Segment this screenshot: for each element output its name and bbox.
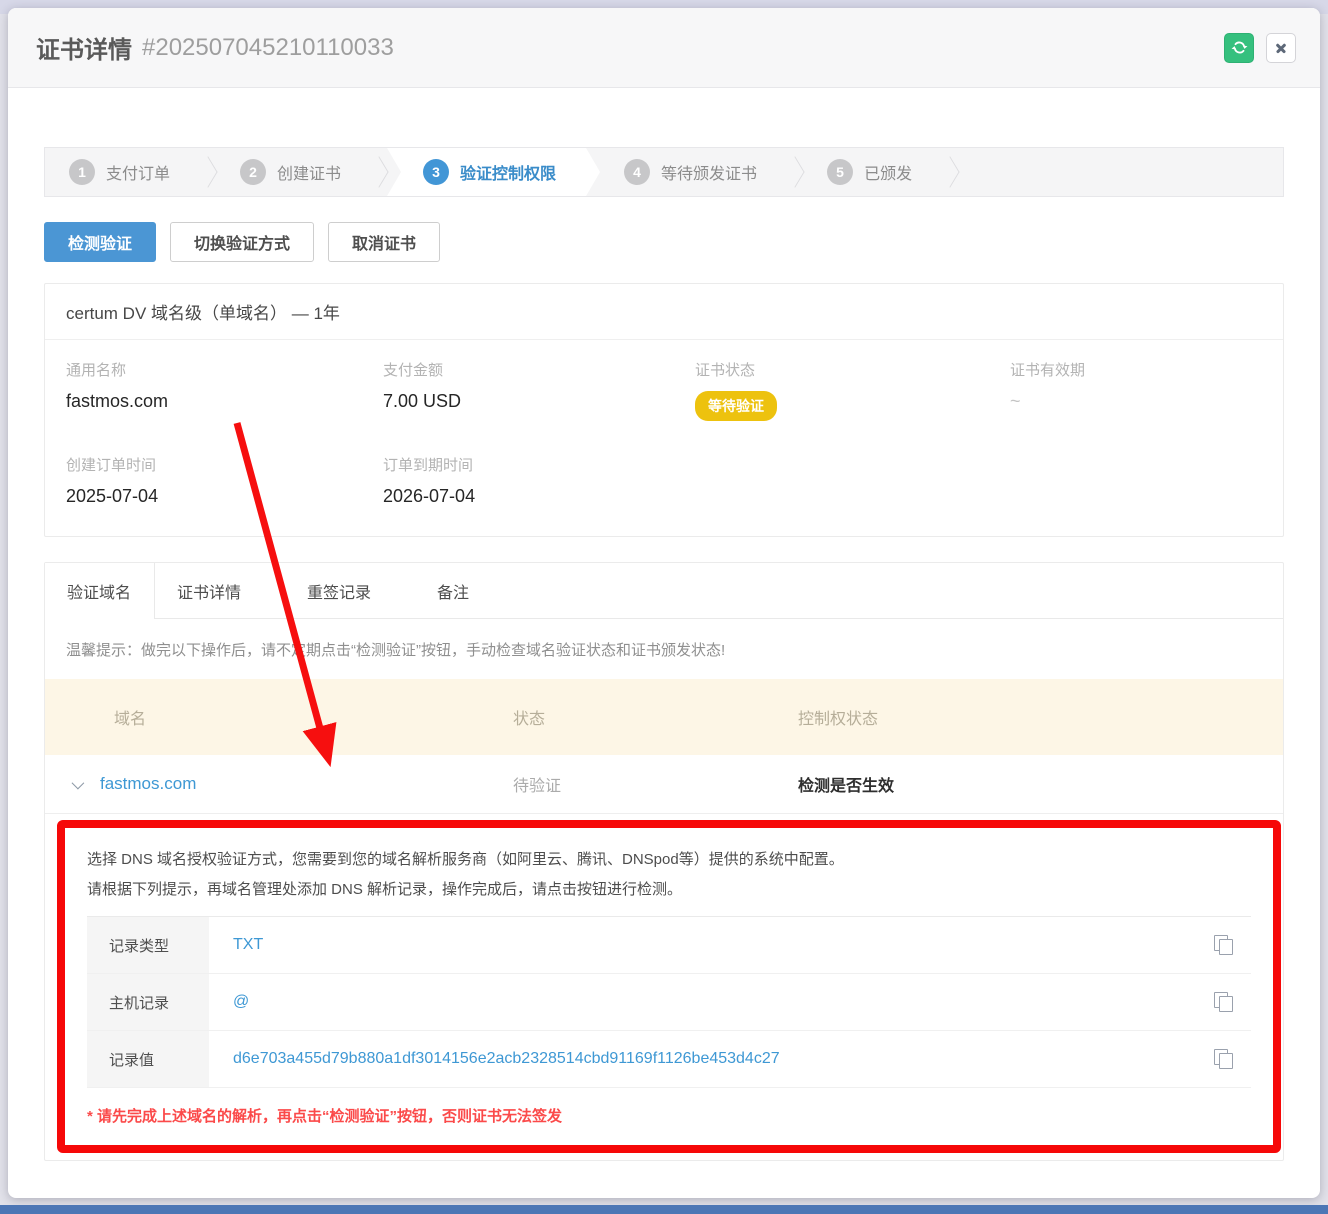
- check-verification-button[interactable]: 检测验证: [44, 222, 156, 262]
- dns-instruction-line-1: 选择 DNS 域名授权验证方式，您需要到您的域名解析服务商（如阿里云、腾讯、DN…: [87, 845, 1251, 875]
- record-row-value: 记录值 d6e703a455d79b880a1df3014156e2acb232…: [87, 1031, 1251, 1088]
- tab-verify-domain[interactable]: 验证域名: [45, 563, 155, 618]
- record-row-type: 记录类型 TXT: [87, 917, 1251, 974]
- domain-link[interactable]: fastmos.com: [100, 774, 196, 794]
- record-label: 主机记录: [87, 974, 209, 1030]
- dns-warning-text: * 请先完成上述域名的解析，再点击“检测验证”按钮，否则证书无法签发: [87, 1105, 1251, 1126]
- copy-icon: [1214, 992, 1233, 1012]
- field-cert-validity: 证书有效期 ~: [1010, 359, 1262, 421]
- field-value: 7.00 USD: [383, 391, 695, 412]
- chevron-down-icon[interactable]: [72, 776, 85, 789]
- field-value: 2026-07-04: [383, 486, 695, 507]
- control-status: 检测是否生效: [798, 772, 1283, 796]
- step-number: 1: [69, 159, 95, 185]
- step-number: 4: [624, 159, 650, 185]
- certificate-detail-modal: 证书详情 #202507045210110033 1 支付订单: [8, 8, 1320, 1198]
- record-value: TXT: [209, 917, 1195, 973]
- dns-annotation-box: 选择 DNS 域名授权验证方式，您需要到您的域名解析服务商（如阿里云、腾讯、DN…: [57, 820, 1281, 1153]
- field-common-name: 通用名称 fastmos.com: [66, 359, 383, 421]
- cancel-certificate-button[interactable]: 取消证书: [328, 222, 440, 262]
- step-number: 2: [240, 159, 266, 185]
- tip-text: 温馨提示：做完以下操作后，请不定期点击“检测验证”按钮，手动检查域名验证状态和证…: [45, 619, 1283, 679]
- field-order-created: 创建订单时间 2025-07-04: [66, 454, 383, 507]
- header-domain: 域名: [45, 705, 513, 729]
- header-status: 状态: [513, 705, 798, 729]
- modal-header: 证书详情 #202507045210110033: [8, 8, 1320, 88]
- step-separator-icon: [787, 148, 803, 196]
- step-issued: 5 已颁发: [803, 148, 942, 196]
- product-name: certum DV 域名级（单域名） — 1年: [45, 284, 1283, 340]
- field-cert-status: 证书状态 等待验证: [695, 359, 1010, 421]
- copy-record-type-button[interactable]: [1195, 917, 1251, 973]
- step-number: 5: [827, 159, 853, 185]
- step-pay-order: 1 支付订单: [45, 148, 200, 196]
- record-label: 记录值: [87, 1031, 209, 1087]
- tab-card: 验证域名 证书详情 重签记录 备注 温馨提示：做完以下操作后，请不定期点击“检测…: [44, 562, 1284, 1161]
- copy-record-host-button[interactable]: [1195, 974, 1251, 1030]
- status-badge: 等待验证: [695, 391, 777, 421]
- domain-table-row: fastmos.com 待验证 检测是否生效: [45, 755, 1283, 814]
- record-value: @: [209, 974, 1195, 1030]
- step-wizard: 1 支付订单 2 创建证书 3 验证控制权限 4 等待颁发证书 5 已颁发: [44, 147, 1284, 197]
- field-label: 通用名称: [66, 359, 383, 380]
- field-label: 创建订单时间: [66, 454, 383, 475]
- copy-icon: [1214, 1049, 1233, 1069]
- toolbar: 检测验证 切换验证方式 取消证书: [44, 222, 1284, 262]
- step-number: 3: [423, 159, 449, 185]
- modal-title: 证书详情: [36, 30, 132, 65]
- modal-body: 1 支付订单 2 创建证书 3 验证控制权限 4 等待颁发证书 5 已颁发: [8, 147, 1320, 1161]
- certificate-card: certum DV 域名级（单域名） — 1年 通用名称 fastmos.com…: [44, 283, 1284, 537]
- tab-bar: 验证域名 证书详情 重签记录 备注: [45, 563, 1283, 619]
- record-label: 记录类型: [87, 917, 209, 973]
- field-label: 订单到期时间: [383, 454, 695, 475]
- step-label: 验证控制权限: [460, 160, 556, 184]
- step-wait-issue: 4 等待颁发证书: [600, 148, 787, 196]
- dns-instruction-line-2: 请根据下列提示，再域名管理处添加 DNS 解析记录，操作完成后，请点击按钮进行检…: [87, 875, 1251, 905]
- dns-panel: 选择 DNS 域名授权验证方式，您需要到您的域名解析服务商（如阿里云、腾讯、DN…: [65, 828, 1273, 1145]
- step-label: 已颁发: [864, 160, 912, 184]
- header-control-status: 控制权状态: [798, 705, 1283, 729]
- record-row-host: 主机记录 @: [87, 974, 1251, 1031]
- field-value: fastmos.com: [66, 391, 383, 412]
- field-value: 2025-07-04: [66, 486, 383, 507]
- step-separator-icon: [200, 148, 216, 196]
- domain-table-header: 域名 状态 控制权状态: [45, 679, 1283, 755]
- close-button[interactable]: [1266, 33, 1296, 63]
- domain-status: 待验证: [513, 772, 798, 796]
- field-label: 支付金额: [383, 359, 695, 380]
- step-verify-control: 3 验证控制权限: [387, 148, 600, 196]
- step-label: 支付订单: [106, 160, 170, 184]
- tab-cert-detail[interactable]: 证书详情: [155, 563, 285, 618]
- copy-icon: [1214, 935, 1233, 955]
- tab-remarks[interactable]: 备注: [415, 563, 513, 618]
- bottom-taskbar-strip: [0, 1205, 1328, 1214]
- field-order-expiry: 订单到期时间 2026-07-04: [383, 454, 695, 507]
- field-payment-amount: 支付金额 7.00 USD: [383, 359, 695, 421]
- step-create-cert: 2 创建证书: [216, 148, 371, 196]
- step-label: 等待颁发证书: [661, 160, 757, 184]
- field-value: ~: [1010, 391, 1262, 412]
- field-label: 证书有效期: [1010, 359, 1262, 380]
- step-separator-icon: [371, 148, 387, 196]
- field-label: 证书状态: [695, 359, 1010, 380]
- copy-record-value-button[interactable]: [1195, 1031, 1251, 1087]
- refresh-icon: [1231, 39, 1248, 56]
- switch-verification-button[interactable]: 切换验证方式: [170, 222, 314, 262]
- certificate-fields: 通用名称 fastmos.com 支付金额 7.00 USD 证书状态 等待验证…: [45, 340, 1283, 536]
- order-id: #202507045210110033: [142, 34, 394, 62]
- refresh-button[interactable]: [1224, 33, 1254, 63]
- tab-reissue-records[interactable]: 重签记录: [285, 563, 415, 618]
- step-label: 创建证书: [277, 160, 341, 184]
- step-separator-icon: [942, 148, 958, 196]
- record-value: d6e703a455d79b880a1df3014156e2acb2328514…: [209, 1031, 1195, 1087]
